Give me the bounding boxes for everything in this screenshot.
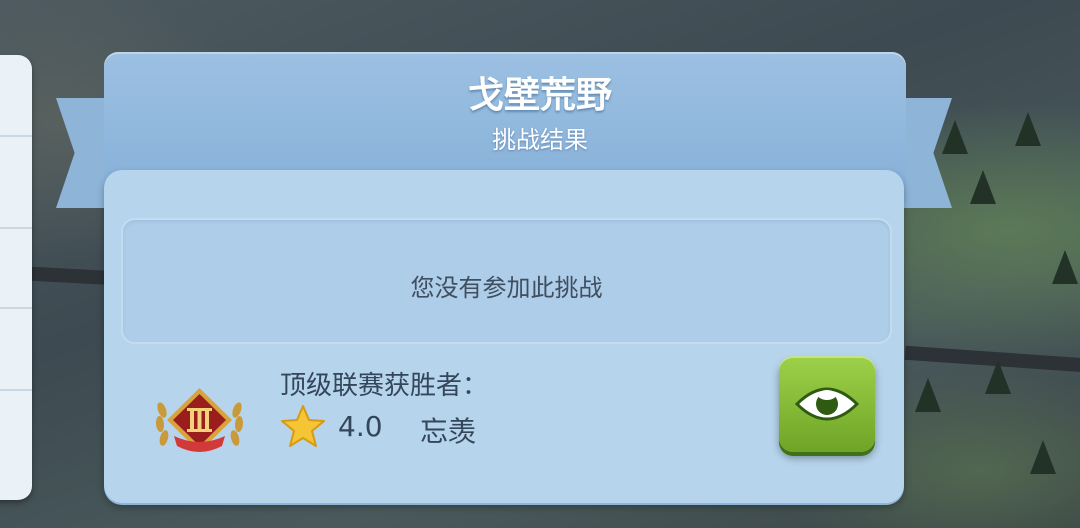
tree [1052,250,1078,284]
tree [1030,440,1056,474]
star-icon [281,405,325,447]
challenge-result-panel: 您没有参加此挑战 顶级联赛获胜者： 4.0 忘羡 [104,170,904,503]
winner-rating: 4.0 [338,410,383,443]
page-subtitle: 挑战结果 [492,126,588,154]
message-box: 您没有参加此挑战 [121,218,892,344]
side-panel-row[interactable] [0,229,32,309]
side-panel-row[interactable] [0,309,32,391]
page-title: 戈壁荒野 [467,75,612,116]
tree [985,360,1011,394]
view-button[interactable] [779,356,875,452]
tree [970,170,996,204]
tree [915,378,941,412]
league-badge-icon [155,388,244,452]
not-participated-message: 您没有参加此挑战 [410,274,603,302]
top-league-winner-label: 顶级联赛获胜者： [280,371,489,401]
winner-name: 忘羡 [420,415,477,448]
eye-icon [794,387,860,421]
